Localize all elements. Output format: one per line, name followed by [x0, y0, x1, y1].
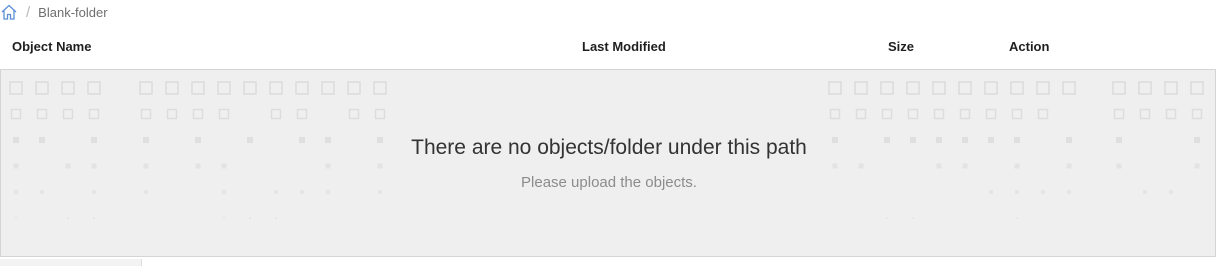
- pattern-square: [295, 81, 309, 95]
- pattern-square: [912, 217, 914, 219]
- pattern-square: [1011, 108, 1023, 120]
- pattern-square: [1037, 108, 1049, 120]
- pattern-square: [91, 163, 97, 169]
- pattern-square: [13, 163, 19, 169]
- pattern-square: [62, 108, 74, 120]
- pattern-square: [377, 163, 383, 169]
- breadcrumb-separator: /: [26, 3, 31, 21]
- pattern-square: [907, 108, 919, 120]
- pattern-square: [221, 163, 227, 169]
- breadcrumb: / Blank-folder: [0, 0, 108, 24]
- pattern-square: [166, 108, 178, 120]
- pattern-square: [962, 163, 968, 169]
- pattern-square: [275, 217, 277, 219]
- pattern-square: [67, 217, 69, 219]
- pattern-square: [886, 217, 888, 219]
- pattern-square: [1036, 81, 1050, 95]
- pattern-square: [1194, 163, 1200, 169]
- pattern-square: [65, 163, 71, 169]
- pattern-square: [15, 217, 17, 219]
- pattern-square: [373, 81, 387, 95]
- pattern-square: [936, 163, 942, 169]
- horizontal-scrollbar[interactable]: [0, 259, 142, 266]
- pattern-square: [9, 81, 23, 95]
- pattern-square: [828, 81, 842, 95]
- pattern-square: [191, 81, 205, 95]
- object-browser: / Blank-folder Object Name Last Modified…: [0, 0, 1225, 266]
- pattern-square: [1165, 108, 1177, 120]
- pattern-square: [854, 81, 868, 95]
- pattern-square: [88, 108, 100, 120]
- pattern-square: [165, 81, 179, 95]
- pattern-square: [140, 108, 152, 120]
- decorative-square-pattern: [9, 81, 1204, 219]
- pattern-square: [269, 81, 283, 95]
- pattern-square: [1164, 81, 1178, 95]
- pattern-square: [61, 81, 75, 95]
- pattern-square: [374, 108, 386, 120]
- pattern-square: [1113, 108, 1125, 120]
- pattern-square: [325, 163, 331, 169]
- breadcrumb-current-folder[interactable]: Blank-folder: [38, 5, 107, 20]
- column-header-object-name[interactable]: Object Name: [12, 39, 91, 54]
- table-header: Object Name Last Modified Size Action: [0, 34, 1218, 60]
- pattern-square: [35, 81, 49, 95]
- pattern-square: [1116, 163, 1122, 169]
- pattern-square: [87, 81, 101, 95]
- pattern-square: [10, 108, 22, 120]
- pattern-square: [270, 108, 282, 120]
- pattern-square: [321, 81, 335, 95]
- pattern-square: [192, 108, 204, 120]
- pattern-square: [906, 81, 920, 95]
- pattern-square: [36, 108, 48, 120]
- pattern-square: [959, 108, 971, 120]
- pattern-square: [217, 81, 231, 95]
- pattern-square: [347, 81, 361, 95]
- column-header-last-modified[interactable]: Last Modified: [582, 39, 666, 54]
- empty-state-title: There are no objects/folder under this p…: [411, 136, 807, 159]
- pattern-square: [932, 81, 946, 95]
- pattern-square: [139, 81, 153, 95]
- pattern-square: [1016, 217, 1018, 219]
- column-header-action: Action: [1009, 39, 1050, 54]
- pattern-square: [348, 108, 360, 120]
- empty-state-panel: There are no objects/folder under this p…: [0, 69, 1216, 257]
- pattern-square: [1010, 81, 1024, 95]
- pattern-square: [1062, 81, 1076, 95]
- pattern-square: [984, 81, 998, 95]
- pattern-square: [958, 81, 972, 95]
- pattern-square: [832, 163, 838, 169]
- pattern-square: [855, 108, 867, 120]
- home-icon[interactable]: [0, 3, 18, 21]
- pattern-square: [1190, 81, 1204, 95]
- pattern-square: [1066, 163, 1072, 169]
- empty-state-subtitle: Please upload the objects.: [521, 174, 697, 191]
- pattern-square: [296, 108, 308, 120]
- pattern-square: [1139, 108, 1151, 120]
- pattern-square: [93, 217, 95, 219]
- pattern-square: [1138, 81, 1152, 95]
- pattern-square: [829, 108, 841, 120]
- pattern-square: [880, 81, 894, 95]
- pattern-square: [1191, 108, 1203, 120]
- pattern-square: [933, 108, 945, 120]
- pattern-square: [881, 108, 893, 120]
- pattern-square: [1112, 81, 1126, 95]
- pattern-square: [195, 163, 201, 169]
- pattern-square: [218, 108, 230, 120]
- column-header-size[interactable]: Size: [888, 39, 914, 54]
- pattern-square: [985, 108, 997, 120]
- pattern-square: [249, 217, 251, 219]
- pattern-square: [1014, 163, 1020, 169]
- pattern-square: [143, 163, 149, 169]
- pattern-square: [223, 217, 225, 219]
- pattern-square: [858, 163, 864, 169]
- pattern-square: [243, 81, 257, 95]
